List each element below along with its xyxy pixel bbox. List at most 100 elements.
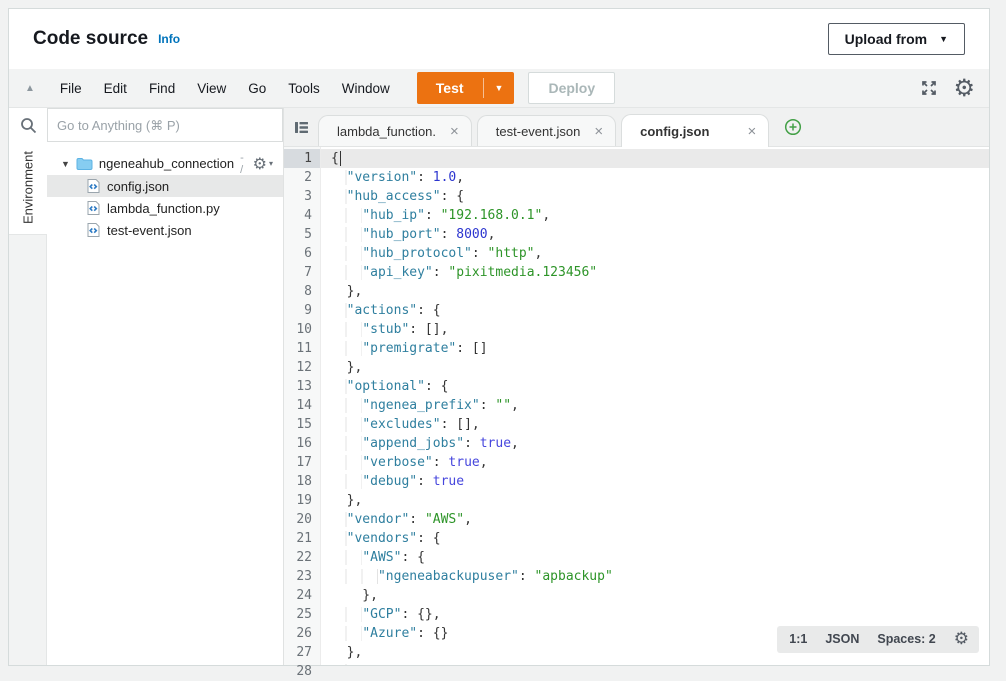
- file-name: test-event.json: [107, 223, 192, 238]
- status-gear-icon[interactable]: ⚙: [954, 631, 969, 648]
- code-line: },: [321, 282, 989, 301]
- close-icon[interactable]: ×: [594, 123, 603, 140]
- code-line: "debug": true: [321, 472, 989, 491]
- tab-label: config.json: [640, 124, 709, 139]
- tab-config.json[interactable]: config.json ×: [621, 114, 769, 147]
- language-mode[interactable]: JSON: [825, 630, 859, 649]
- menu-item-view[interactable]: View: [186, 81, 237, 96]
- code-line: "ngeneabackupuser": "apbackup": [321, 567, 989, 586]
- line-number-gutter: 1234567891011121314151617181920212223242…: [284, 147, 321, 665]
- folder-path-suffix: - /: [240, 152, 247, 176]
- line-number: 21: [284, 529, 320, 548]
- code-line: "AWS": {: [321, 548, 989, 567]
- upload-caret-icon: ▼: [939, 35, 948, 44]
- editor-menubar: ▲ FileEditFindViewGoToolsWindow Test ▼ D…: [9, 69, 989, 108]
- code-content[interactable]: { "version": 1.0, "hub_access": { "hub_i…: [321, 147, 989, 665]
- menu-item-tools[interactable]: Tools: [277, 81, 331, 96]
- line-number: 24: [284, 586, 320, 605]
- page-title: Code source: [33, 28, 148, 50]
- line-number: 19: [284, 491, 320, 510]
- menu-item-window[interactable]: Window: [331, 81, 401, 96]
- deploy-button[interactable]: Deploy: [528, 72, 615, 104]
- file-sidebar: Environment ▼ ngeneahub_connection - /: [9, 108, 284, 665]
- line-number: 20: [284, 510, 320, 529]
- tab-environment[interactable]: Environment: [9, 142, 47, 234]
- code-editor: lambda_function.×test-event.json×config.…: [284, 108, 989, 665]
- cursor-position[interactable]: 1:1: [789, 630, 807, 649]
- tab-lambda_function.[interactable]: lambda_function.×: [318, 115, 472, 146]
- line-number: 2: [284, 168, 320, 187]
- close-icon[interactable]: ×: [450, 123, 459, 140]
- sidebar-strip: Environment: [9, 142, 47, 665]
- code-line: "append_jobs": true,: [321, 434, 989, 453]
- file-tree: ▼ ngeneahub_connection - / ⚙ ▾: [47, 142, 283, 665]
- file-name: config.json: [107, 179, 169, 194]
- menu-item-go[interactable]: Go: [237, 81, 277, 96]
- tree-file-test-event.json[interactable]: test-event.json: [47, 219, 283, 241]
- folder-caret-icon[interactable]: ▼: [61, 159, 70, 169]
- line-number: 15: [284, 415, 320, 434]
- upload-from-button[interactable]: Upload from ▼: [828, 23, 965, 55]
- goto-anything-input[interactable]: [47, 108, 283, 142]
- tab-list-icon[interactable]: [294, 120, 309, 135]
- new-tab-icon[interactable]: [784, 118, 802, 136]
- line-number: 5: [284, 225, 320, 244]
- code-line: },: [321, 358, 989, 377]
- editor-status-bar: 1:1 JSON Spaces: 2 ⚙: [777, 626, 979, 653]
- code-line: "verbose": true,: [321, 453, 989, 472]
- line-number: 26: [284, 624, 320, 643]
- code-area: 1234567891011121314151617181920212223242…: [284, 147, 989, 665]
- tree-file-lambda_function.py[interactable]: lambda_function.py: [47, 197, 283, 219]
- line-number: 16: [284, 434, 320, 453]
- search-icon: [9, 108, 47, 142]
- main-split: Environment ▼ ngeneahub_connection - /: [9, 108, 989, 665]
- menu-item-edit[interactable]: Edit: [93, 81, 138, 96]
- settings-gear-icon[interactable]: ⚙: [953, 76, 975, 100]
- tab-test-event.json[interactable]: test-event.json ×: [477, 115, 616, 146]
- line-number: 27: [284, 643, 320, 662]
- sidebar-strip-filler: [9, 234, 47, 665]
- code-line: "api_key": "pixitmedia.123456": [321, 263, 989, 282]
- upload-from-label: Upload from: [845, 31, 927, 47]
- test-caret-icon[interactable]: ▼: [484, 72, 515, 104]
- info-link[interactable]: Info: [158, 32, 180, 46]
- tree-settings-button[interactable]: ⚙ ▾: [253, 156, 273, 172]
- menu-item-file[interactable]: File: [49, 81, 93, 96]
- code-line: "premigrate": []: [321, 339, 989, 358]
- test-button-label: Test: [417, 72, 483, 104]
- goto-anything-row: [9, 108, 283, 142]
- fullscreen-icon[interactable]: [920, 79, 938, 97]
- code-line: "GCP": {},: [321, 605, 989, 624]
- code-line: "optional": {: [321, 377, 989, 396]
- menubar-right: ⚙: [920, 76, 975, 100]
- file-icon: [87, 200, 100, 216]
- close-icon[interactable]: ×: [747, 123, 756, 140]
- tabs: lambda_function.×test-event.json×config.…: [318, 114, 774, 146]
- line-number: 11: [284, 339, 320, 358]
- text-cursor: [340, 151, 341, 166]
- code-line: },: [321, 586, 989, 605]
- test-button[interactable]: Test ▼: [417, 72, 515, 104]
- code-line: "vendors": {: [321, 529, 989, 548]
- line-number: 12: [284, 358, 320, 377]
- code-line: "excludes": [],: [321, 415, 989, 434]
- file-icon: [87, 222, 100, 238]
- line-number: 9: [284, 301, 320, 320]
- line-number: 18: [284, 472, 320, 491]
- collapse-panel-icon[interactable]: ▲: [25, 83, 35, 94]
- code-line: "version": 1.0,: [321, 168, 989, 187]
- tab-label: test-event.json: [496, 124, 581, 139]
- menu-item-find[interactable]: Find: [138, 81, 186, 96]
- line-number: 28: [284, 662, 320, 681]
- code-line: "stub": [],: [321, 320, 989, 339]
- line-number: 25: [284, 605, 320, 624]
- tree-file-config.json[interactable]: config.json: [47, 175, 283, 197]
- indentation-setting[interactable]: Spaces: 2: [877, 630, 935, 649]
- code-line: "hub_access": {: [321, 187, 989, 206]
- tree-files: config.json lambda_function.py test-event.…: [47, 175, 283, 241]
- tree-gear-icon: ⚙: [253, 156, 267, 172]
- code-line: "hub_ip": "192.168.0.1",: [321, 206, 989, 225]
- code-line: },: [321, 491, 989, 510]
- tree-folder-row[interactable]: ▼ ngeneahub_connection - / ⚙ ▾: [47, 152, 283, 175]
- line-number: 17: [284, 453, 320, 472]
